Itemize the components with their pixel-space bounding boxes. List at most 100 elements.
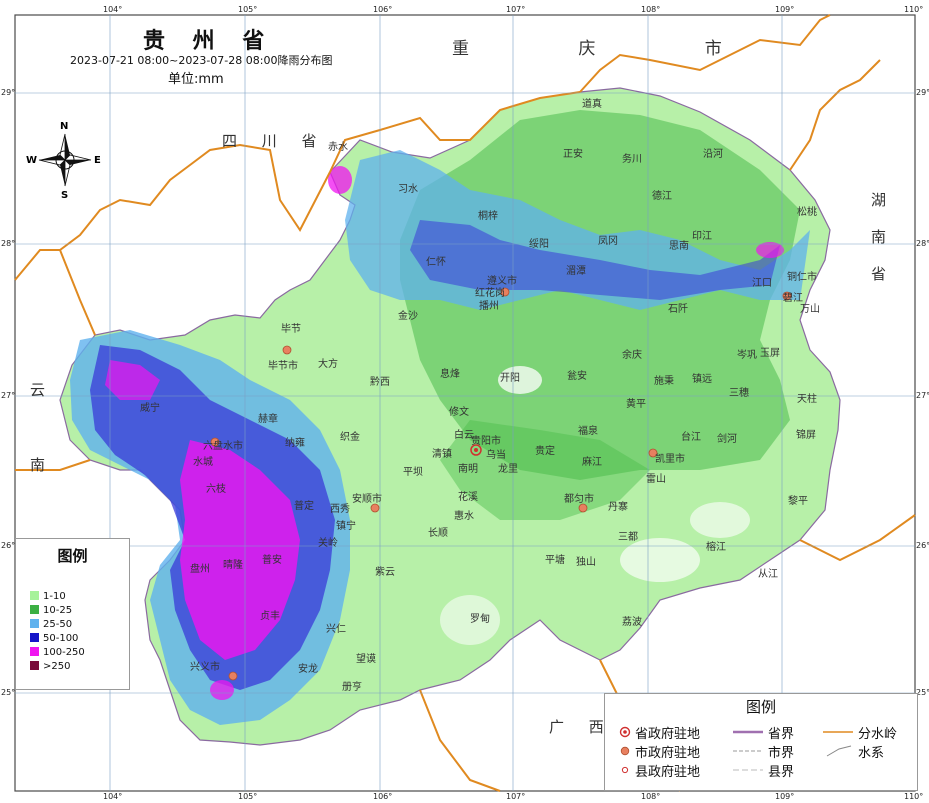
county-seat-icon: [621, 766, 629, 774]
place-label: 剑河: [717, 434, 737, 445]
legend-swatch: [30, 647, 39, 656]
place-label: 印江: [692, 231, 712, 242]
place-label: 正安: [563, 149, 583, 160]
place-label: 绥阳: [529, 239, 549, 250]
place-label: 盘州: [190, 564, 210, 575]
place-label: 赫章: [258, 414, 278, 425]
symbol-legend-item: 省政府驻地: [635, 727, 701, 742]
place-label: 天柱: [797, 394, 817, 405]
symbol-legend-item: 县政府驻地: [635, 765, 701, 780]
place-label: 纳雍: [285, 438, 305, 449]
tick-bottom-108: 108°: [641, 792, 661, 801]
place-label: 沿河: [703, 149, 723, 160]
legend-swatch: [30, 605, 39, 614]
tick-top-104: 104°: [103, 5, 123, 14]
place-label: 大方: [318, 359, 338, 370]
place-label: 荔波: [622, 617, 642, 628]
place-label: 石阡: [668, 304, 688, 315]
place-label: 施秉: [654, 376, 674, 387]
tick-bottom-105: 105°: [238, 792, 258, 801]
legend-swatch: [30, 661, 39, 670]
place-label: 福泉: [578, 426, 598, 437]
place-label: 三穗: [729, 388, 749, 399]
tick-bottom-110: 110°: [904, 792, 924, 801]
tick-top-106: 106°: [373, 5, 393, 14]
tick-left-28: 28°: [1, 239, 16, 248]
place-label: 南明: [458, 464, 478, 475]
legend-item: 25-50: [30, 619, 72, 630]
legend-item: 10-25: [30, 605, 72, 616]
place-label: 安龙: [298, 664, 318, 675]
place-label: 瓮安: [567, 371, 587, 382]
place-label: 兴义市: [190, 662, 220, 673]
place-label: 安顺市: [352, 494, 382, 505]
place-label: 威宁: [140, 403, 160, 414]
place-label: 从江: [758, 569, 778, 580]
rainfall-legend: 图例 1-10 10-25 25-50 50-100 100-250 >250: [15, 538, 130, 690]
place-label: 德江: [652, 191, 672, 202]
place-label: 麻江: [582, 457, 602, 468]
place-label: 仁怀: [426, 257, 446, 268]
place-label: 罗甸: [470, 614, 490, 625]
tick-right-29: 29°: [916, 88, 929, 97]
place-label: 贵阳市: [471, 436, 501, 447]
place-label: 玉屏: [760, 348, 780, 359]
symbol-legend-item: 分水岭: [858, 727, 898, 742]
place-label: 余庆: [622, 350, 642, 361]
place-label: 岑巩: [737, 350, 757, 361]
symbol-legend-item: 水系: [858, 746, 885, 761]
tick-top-107: 107°: [506, 5, 526, 14]
tick-right-26: 26°: [916, 541, 929, 550]
place-label: 惠水: [454, 511, 474, 522]
region-sichuan: 四 川 省: [222, 132, 327, 150]
region-chongqing: 重 庆 市: [452, 39, 774, 59]
place-label: 乌当: [486, 450, 506, 461]
place-label: 花溪: [458, 492, 478, 503]
place-label: 桐梓: [478, 211, 498, 222]
tick-bottom-106: 106°: [373, 792, 393, 801]
place-label: 紫云: [375, 567, 395, 578]
place-label: 毕节: [281, 324, 301, 335]
place-label: 松桃: [797, 207, 817, 218]
place-label: 凤冈: [598, 236, 618, 247]
region-yunnan: 云南: [28, 382, 46, 532]
provincial-capital-icon: [619, 726, 631, 738]
place-label: 普安: [262, 555, 282, 566]
tick-bottom-104: 104°: [103, 792, 123, 801]
tick-left-27: 27°: [1, 391, 16, 400]
region-hunan: 湖南省: [869, 192, 887, 303]
place-label: 贞丰: [260, 611, 280, 622]
tick-right-28: 28°: [916, 239, 929, 248]
place-label: 湄潭: [566, 266, 586, 277]
place-label: 修文: [449, 407, 469, 418]
place-label: 务川: [622, 154, 642, 165]
place-label: 镇远: [692, 374, 712, 385]
place-label: 龙里: [498, 464, 518, 475]
place-label: 榕江: [706, 542, 726, 553]
place-label: 息烽: [440, 369, 460, 380]
place-label: 黔西: [370, 377, 390, 388]
river-icon: [826, 745, 852, 757]
tick-left-26: 26°: [1, 541, 16, 550]
compass-n-label: N: [60, 121, 69, 132]
legend-item: 1-10: [30, 591, 66, 602]
place-label: 思南: [669, 241, 689, 252]
place-label: 独山: [576, 557, 596, 568]
place-label: 六盘水市: [203, 441, 243, 452]
place-label: 兴仁: [326, 624, 346, 635]
tick-bottom-109: 109°: [775, 792, 795, 801]
place-label: 平塘: [545, 555, 565, 566]
place-label: 江口: [752, 278, 772, 289]
place-label: 平坝: [403, 467, 423, 478]
place-label: 册亨: [342, 682, 362, 693]
place-label: 万山: [800, 304, 820, 315]
place-label: 关岭: [318, 538, 338, 549]
tick-top-110: 110°: [904, 5, 924, 14]
place-label: 赤水: [328, 142, 348, 153]
symbol-legend-item: 省界: [768, 727, 795, 742]
place-label: 丹寨: [608, 502, 628, 513]
tick-bottom-107: 107°: [506, 792, 526, 801]
tick-top-108: 108°: [641, 5, 661, 14]
tick-right-27: 27°: [916, 391, 929, 400]
place-label: 金沙: [398, 311, 418, 322]
